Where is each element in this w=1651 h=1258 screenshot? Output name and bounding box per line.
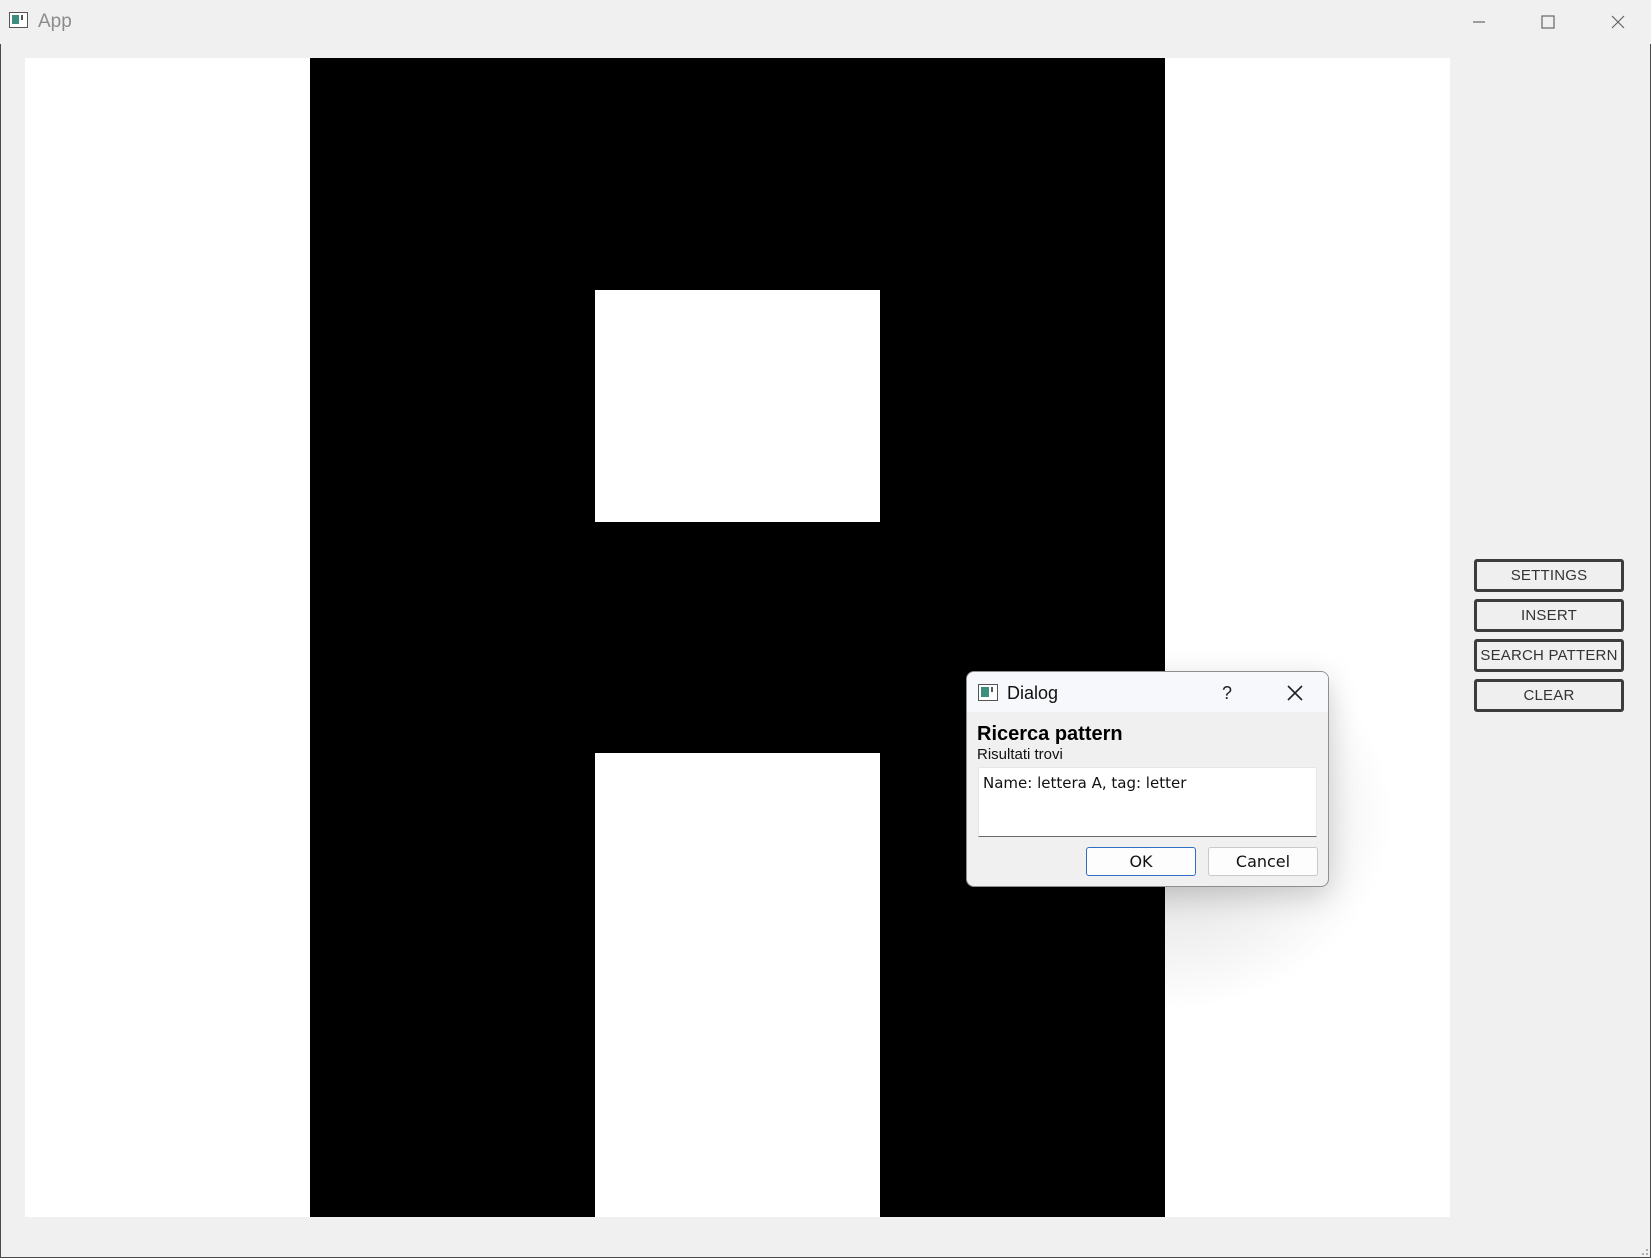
close-button[interactable] [1583, 0, 1651, 44]
letter-counter-top [595, 290, 880, 522]
dialog-help-button[interactable]: ? [1213, 679, 1241, 707]
dialog-heading: Ricerca pattern [977, 723, 1123, 745]
dialog-title: Dialog [1007, 683, 1059, 703]
results-text-area[interactable]: Name: lettera A, tag: letter [978, 767, 1317, 837]
title-bar[interactable]: App [0, 0, 1651, 44]
dialog-title-bar[interactable]: Dialog ? [967, 672, 1328, 712]
dialog-subtitle: Risultati trovi [977, 746, 1063, 763]
maximize-button[interactable] [1513, 0, 1583, 44]
resize-grip-icon[interactable] [1637, 1244, 1649, 1256]
minimize-icon [1473, 21, 1485, 23]
ok-button[interactable]: OK [1086, 847, 1196, 876]
clear-button[interactable]: CLEAR [1474, 679, 1624, 712]
cancel-button[interactable]: Cancel [1208, 847, 1318, 876]
dialog-window-icon [978, 684, 998, 701]
dialog-close-button[interactable] [1280, 679, 1310, 707]
search-pattern-button[interactable]: SEARCH PATTERN [1474, 639, 1624, 672]
search-pattern-dialog: Dialog ? Ricerca pattern Risultati trovi… [966, 671, 1329, 887]
window-title: App [38, 11, 72, 32]
app-window-icon [9, 12, 28, 28]
drawing-canvas[interactable] [25, 58, 1450, 1217]
maximize-icon [1541, 15, 1555, 29]
settings-button[interactable]: SETTINGS [1474, 559, 1624, 592]
insert-button[interactable]: INSERT [1474, 599, 1624, 632]
close-icon [1611, 15, 1625, 29]
letter-counter-bottom [595, 753, 880, 1217]
close-icon [1287, 685, 1303, 701]
minimize-button[interactable] [1444, 0, 1514, 44]
